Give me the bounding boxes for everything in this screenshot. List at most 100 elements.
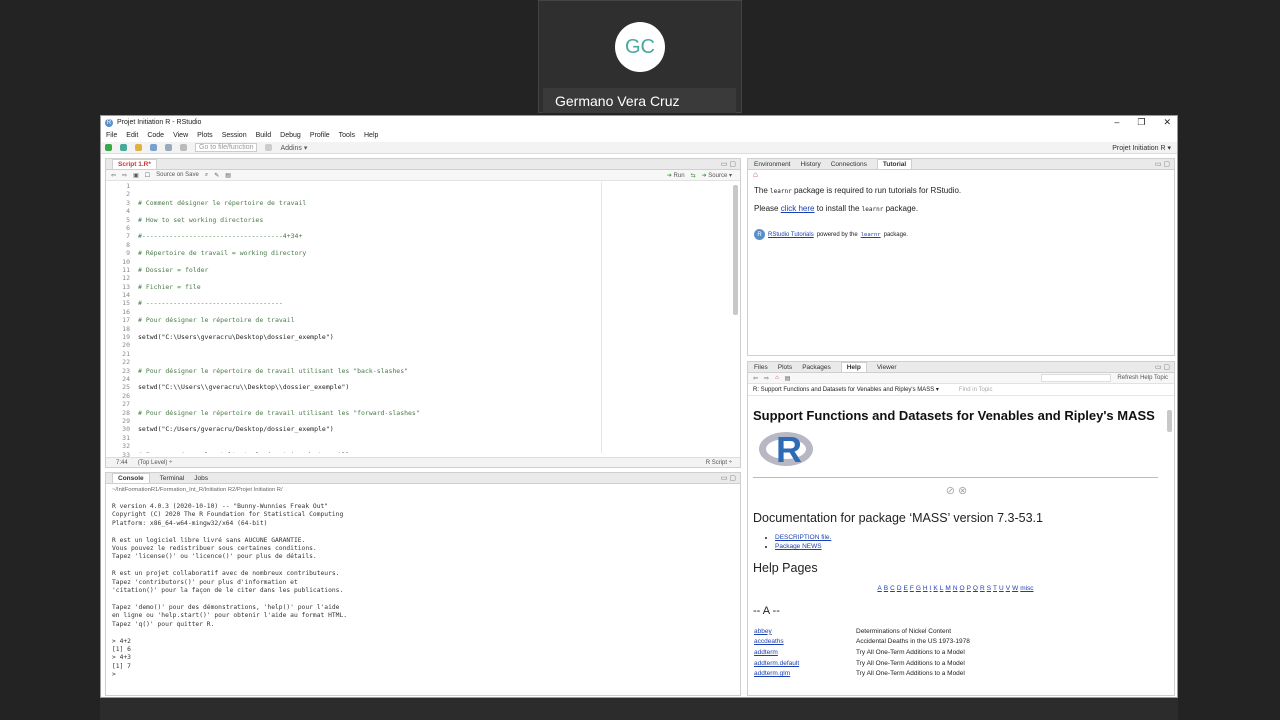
menu-view[interactable]: View: [173, 132, 188, 139]
letter-link[interactable]: L: [940, 585, 944, 592]
menu-edit[interactable]: Edit: [126, 132, 138, 139]
tab-tutorial[interactable]: Tutorial: [876, 159, 913, 169]
letter-link[interactable]: H: [923, 585, 928, 592]
code-editor[interactable]: # Comment désigner le répertoire de trav…: [138, 182, 738, 453]
menu-build[interactable]: Build: [256, 132, 272, 139]
topic-link[interactable]: accdeaths: [754, 638, 856, 645]
help-search-input[interactable]: [1041, 374, 1112, 382]
home-icon[interactable]: ⌂: [748, 170, 1174, 180]
home-icon[interactable]: ⌂: [775, 375, 779, 381]
console-output[interactable]: R version 4.0.3 (2020-10-10) -- "Bunny-W…: [112, 503, 734, 693]
print-icon[interactable]: [180, 144, 187, 151]
tab-jobs[interactable]: Jobs: [194, 475, 208, 482]
help-scrollbar[interactable]: [1167, 410, 1172, 432]
compile-icon[interactable]: ▤: [225, 172, 231, 179]
tab-viewer[interactable]: Viewer: [877, 364, 897, 371]
tab-packages[interactable]: Packages: [802, 364, 831, 371]
open-file-icon[interactable]: [135, 144, 142, 151]
letter-link[interactable]: U: [999, 585, 1004, 592]
scope-selector[interactable]: (Top Level) ÷: [138, 460, 173, 466]
maximize-button[interactable]: ❐: [1137, 117, 1145, 128]
letter-link[interactable]: T: [993, 585, 997, 592]
letter-link[interactable]: misc: [1020, 585, 1033, 592]
letter-link[interactable]: I: [930, 585, 932, 592]
letter-link[interactable]: M: [945, 585, 950, 592]
letter-link[interactable]: W: [1012, 585, 1018, 592]
run-button[interactable]: ➜ Run: [667, 172, 685, 179]
install-link[interactable]: click here: [781, 204, 815, 213]
find-in-topic-input[interactable]: Find in Topic: [959, 387, 993, 393]
topic-breadcrumb[interactable]: R: Support Functions and Datasets for Ve…: [753, 386, 939, 393]
tab-console[interactable]: Console: [112, 473, 150, 483]
topic-link[interactable]: addterm.default: [754, 660, 856, 667]
tab-files[interactable]: Files: [754, 364, 768, 371]
news-link[interactable]: Package NEWS: [775, 543, 822, 550]
forward-icon[interactable]: ⇨: [764, 375, 769, 382]
filetype-selector[interactable]: R Script ÷: [706, 460, 732, 466]
topic-link[interactable]: addterm: [754, 649, 856, 656]
tab-plots[interactable]: Plots: [778, 364, 792, 371]
minimize-button[interactable]: –: [1114, 117, 1119, 128]
new-file-icon[interactable]: [105, 144, 112, 151]
grid-icon[interactable]: [265, 144, 273, 151]
menu-debug[interactable]: Debug: [280, 132, 301, 139]
learnr-link[interactable]: learnr: [861, 232, 881, 238]
addins-menu[interactable]: Addins ▾: [280, 144, 307, 152]
save-icon[interactable]: [150, 144, 157, 151]
pane-minmax-icon[interactable]: ▭ ▢: [721, 160, 736, 168]
pane-minmax-icon[interactable]: ▭ ▢: [721, 474, 736, 482]
letter-link[interactable]: N: [953, 585, 958, 592]
letter-link[interactable]: Q: [973, 585, 978, 592]
save-script-icon[interactable]: ▣: [133, 172, 139, 179]
description-link[interactable]: DESCRIPTION file.: [775, 534, 831, 541]
menu-help[interactable]: Help: [364, 132, 378, 139]
editor-scrollbar[interactable]: [733, 185, 738, 315]
menu-session[interactable]: Session: [222, 132, 247, 139]
forward-icon[interactable]: ⇨: [122, 172, 127, 179]
letter-link[interactable]: K: [933, 585, 937, 592]
goto-file-input[interactable]: Go to file/function: [195, 143, 258, 152]
project-menu[interactable]: Projet Initiation R ▾: [1112, 144, 1171, 152]
letter-link[interactable]: S: [987, 585, 991, 592]
new-project-icon[interactable]: [120, 144, 127, 151]
letter-link[interactable]: E: [904, 585, 908, 592]
menu-file[interactable]: File: [106, 132, 117, 139]
source-on-save-checkbox[interactable]: ☐: [145, 172, 150, 179]
letter-link[interactable]: C: [890, 585, 895, 592]
tab-terminal[interactable]: Terminal: [160, 475, 185, 482]
pane-minmax-icon[interactable]: ▭ ▢: [1155, 160, 1170, 168]
topic-link[interactable]: abbey: [754, 628, 856, 635]
tab-script[interactable]: Script 1.R*: [112, 159, 157, 169]
letter-link[interactable]: G: [916, 585, 921, 592]
refresh-button[interactable]: Refresh Help Topic: [1117, 375, 1168, 381]
wand-icon[interactable]: ✎: [214, 172, 219, 179]
letter-link[interactable]: O: [960, 585, 965, 592]
menu-tools[interactable]: Tools: [339, 132, 355, 139]
tab-help[interactable]: Help: [840, 362, 867, 372]
pane-minmax-icon[interactable]: ▭ ▢: [1155, 363, 1170, 371]
topic-link[interactable]: addterm.glm: [754, 670, 856, 677]
close-button[interactable]: ✕: [1163, 117, 1171, 128]
letter-link[interactable]: D: [897, 585, 902, 592]
back-icon[interactable]: ⇦: [753, 375, 758, 382]
rstudio-tutorials-link[interactable]: RStudio Tutorials: [768, 232, 814, 238]
search-icon[interactable]: ⌕: [205, 172, 208, 179]
back-icon[interactable]: ⇦: [111, 172, 116, 179]
letter-link[interactable]: B: [884, 585, 888, 592]
letter-link[interactable]: R: [980, 585, 985, 592]
tab-connections[interactable]: Connections: [831, 161, 867, 168]
tab-environment[interactable]: Environment: [754, 161, 791, 168]
rerun-icon[interactable]: ⇆: [691, 172, 696, 179]
menu-plots[interactable]: Plots: [197, 132, 213, 139]
letter-link[interactable]: F: [910, 585, 914, 592]
letter-link[interactable]: P: [967, 585, 971, 592]
letter-link[interactable]: V: [1006, 585, 1010, 592]
save-all-icon[interactable]: [165, 144, 172, 151]
source-button[interactable]: ➜ Source ▾: [702, 172, 732, 179]
print-icon[interactable]: ▤: [785, 375, 791, 382]
menu-profile[interactable]: Profile: [310, 132, 330, 139]
tab-history[interactable]: History: [801, 161, 821, 168]
letter-link[interactable]: A: [877, 585, 881, 592]
menu-code[interactable]: Code: [147, 132, 164, 139]
